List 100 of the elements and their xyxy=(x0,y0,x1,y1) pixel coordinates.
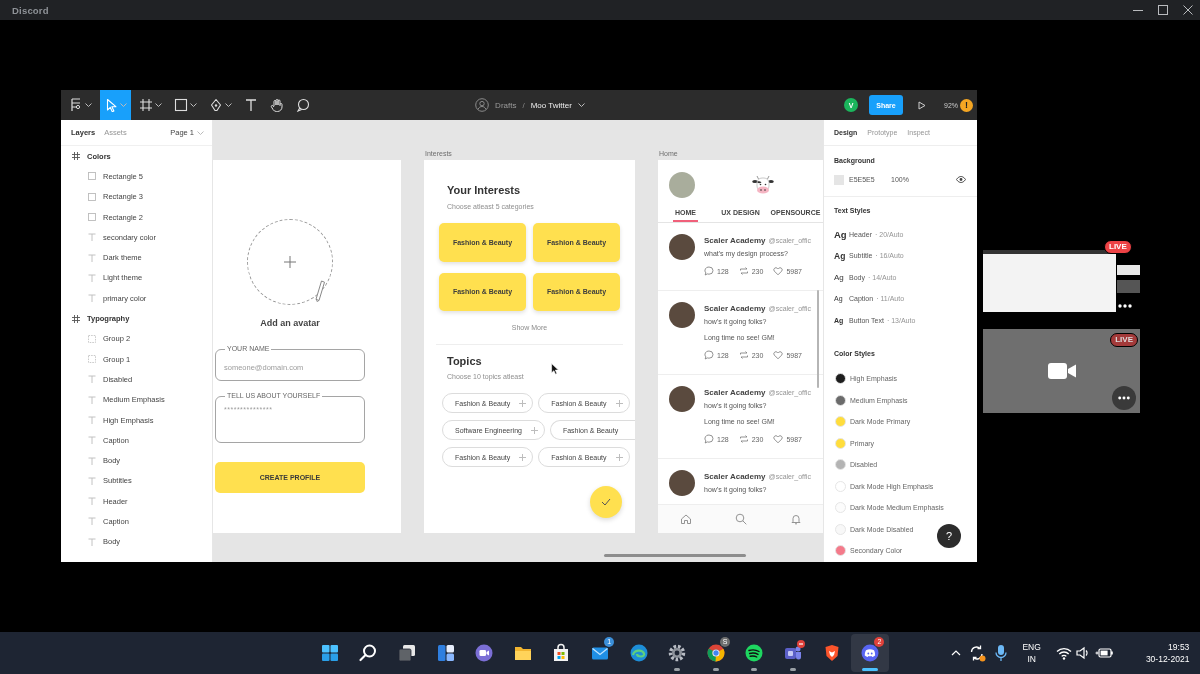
video-camera-icon xyxy=(1047,362,1076,380)
caret-icon xyxy=(120,103,127,107)
speech-bubble-icon[interactable] xyxy=(704,350,714,360)
text-layer-icon xyxy=(88,294,96,303)
text-layer-icon xyxy=(88,233,96,242)
text-tool-icon xyxy=(244,98,258,112)
video-chat-icon xyxy=(474,643,495,663)
ring-logo-icon xyxy=(705,643,726,663)
check-icon xyxy=(601,498,611,506)
widgets-icon xyxy=(435,643,456,663)
text-layer-icon xyxy=(88,375,96,384)
plus-icon xyxy=(615,399,623,407)
live-badge: LIVE xyxy=(1104,240,1132,254)
breadcrumb-separator: / xyxy=(522,100,525,110)
plus-icon xyxy=(530,426,538,434)
hash-icon xyxy=(72,314,80,323)
live-badge: LIVE xyxy=(1110,333,1138,347)
dashed-square-icon xyxy=(88,334,96,343)
clock-button[interactable]: 19:53 30-12-2021 xyxy=(1145,641,1190,665)
text-layer-icon xyxy=(88,273,96,282)
volume-icon[interactable] xyxy=(1075,646,1090,660)
author-name: Scaler Academy xyxy=(704,471,766,483)
avatar xyxy=(669,470,695,496)
author-name: Scaler Academy xyxy=(704,303,766,315)
speech-bubble-icon xyxy=(296,98,310,112)
swirl-logo-icon xyxy=(628,643,649,663)
section-title: Your Interests xyxy=(447,184,521,197)
section-title: Topics xyxy=(447,355,482,368)
type-sample: Ag xyxy=(834,250,846,261)
maximize-icon xyxy=(1157,5,1168,15)
file-menu-button[interactable]: Moo Twitter xyxy=(530,100,585,110)
text-layer-icon xyxy=(88,476,96,485)
sync-icon[interactable] xyxy=(968,644,987,662)
speech-bubble-icon[interactable] xyxy=(704,266,714,276)
author-name: Scaler Academy xyxy=(704,387,766,399)
hash-icon xyxy=(139,98,153,112)
square-icon xyxy=(88,172,96,181)
text-layer-icon xyxy=(88,456,96,465)
square-icon xyxy=(174,98,188,112)
caret-icon xyxy=(577,103,585,107)
wifi-icon[interactable] xyxy=(1055,646,1072,660)
speech-bubble-icon[interactable] xyxy=(704,434,714,444)
type-sample: Ag xyxy=(834,272,845,282)
chevron-up-icon[interactable] xyxy=(951,650,962,656)
game-controller-icon xyxy=(860,643,881,663)
swatch-icon[interactable] xyxy=(834,174,844,185)
search-icon xyxy=(358,643,379,663)
avatar xyxy=(669,302,695,328)
warning-badge: ! xyxy=(960,98,973,112)
stacked-windows-icon xyxy=(397,643,418,663)
settings-icon xyxy=(667,643,688,663)
cursor-icon xyxy=(551,363,559,375)
caret-icon xyxy=(190,103,197,107)
square-icon xyxy=(88,213,96,222)
text-layer-icon xyxy=(88,395,96,404)
drafts-link[interactable]: Drafts xyxy=(495,100,517,110)
home-icon[interactable] xyxy=(679,513,692,525)
eye-icon[interactable] xyxy=(956,176,966,184)
menu-icon xyxy=(69,98,83,112)
bell-icon[interactable] xyxy=(789,513,802,525)
text-layer-icon xyxy=(88,497,96,506)
play-icon xyxy=(918,100,926,110)
retweet-icon[interactable] xyxy=(738,434,749,444)
plus-icon xyxy=(519,453,527,461)
retweet-icon[interactable] xyxy=(738,350,749,360)
retweet-icon[interactable] xyxy=(738,266,749,276)
text-layer-icon xyxy=(88,436,96,445)
close-icon xyxy=(1182,5,1193,15)
caret-icon xyxy=(197,130,204,135)
hand-icon xyxy=(270,98,284,112)
sound-waves-logo-icon xyxy=(744,643,765,663)
grid-icon xyxy=(319,643,340,663)
cow-icon xyxy=(752,175,774,194)
more-icon[interactable] xyxy=(1118,304,1132,308)
more-icon xyxy=(1118,396,1130,400)
avatar xyxy=(669,172,695,198)
avatar-caption: Add an avatar xyxy=(260,318,320,329)
dashed-square-icon xyxy=(88,355,96,364)
avatar xyxy=(669,234,695,260)
author-name: Scaler Academy xyxy=(704,235,766,247)
text-layer-icon xyxy=(88,416,96,424)
caret-icon xyxy=(155,103,162,107)
pen-icon xyxy=(209,98,223,112)
hash-icon xyxy=(72,152,80,161)
minimize-icon xyxy=(1132,9,1143,11)
user-circle-icon xyxy=(475,98,490,112)
cursor-icon xyxy=(104,98,118,112)
language-button[interactable]: ENG IN xyxy=(1022,641,1041,665)
plus-icon xyxy=(519,399,527,407)
help-button[interactable]: ? xyxy=(937,524,961,548)
more-button[interactable] xyxy=(1112,386,1136,410)
text-layer-icon xyxy=(88,517,96,526)
type-sample: Ag xyxy=(834,228,846,240)
square-icon xyxy=(88,192,96,201)
text-layer-icon xyxy=(88,253,96,262)
microphone-icon[interactable] xyxy=(994,644,1009,662)
plus-icon xyxy=(284,256,296,268)
mini-preview xyxy=(1117,265,1140,275)
mini-preview xyxy=(1117,280,1140,293)
battery-icon[interactable] xyxy=(1094,647,1113,659)
